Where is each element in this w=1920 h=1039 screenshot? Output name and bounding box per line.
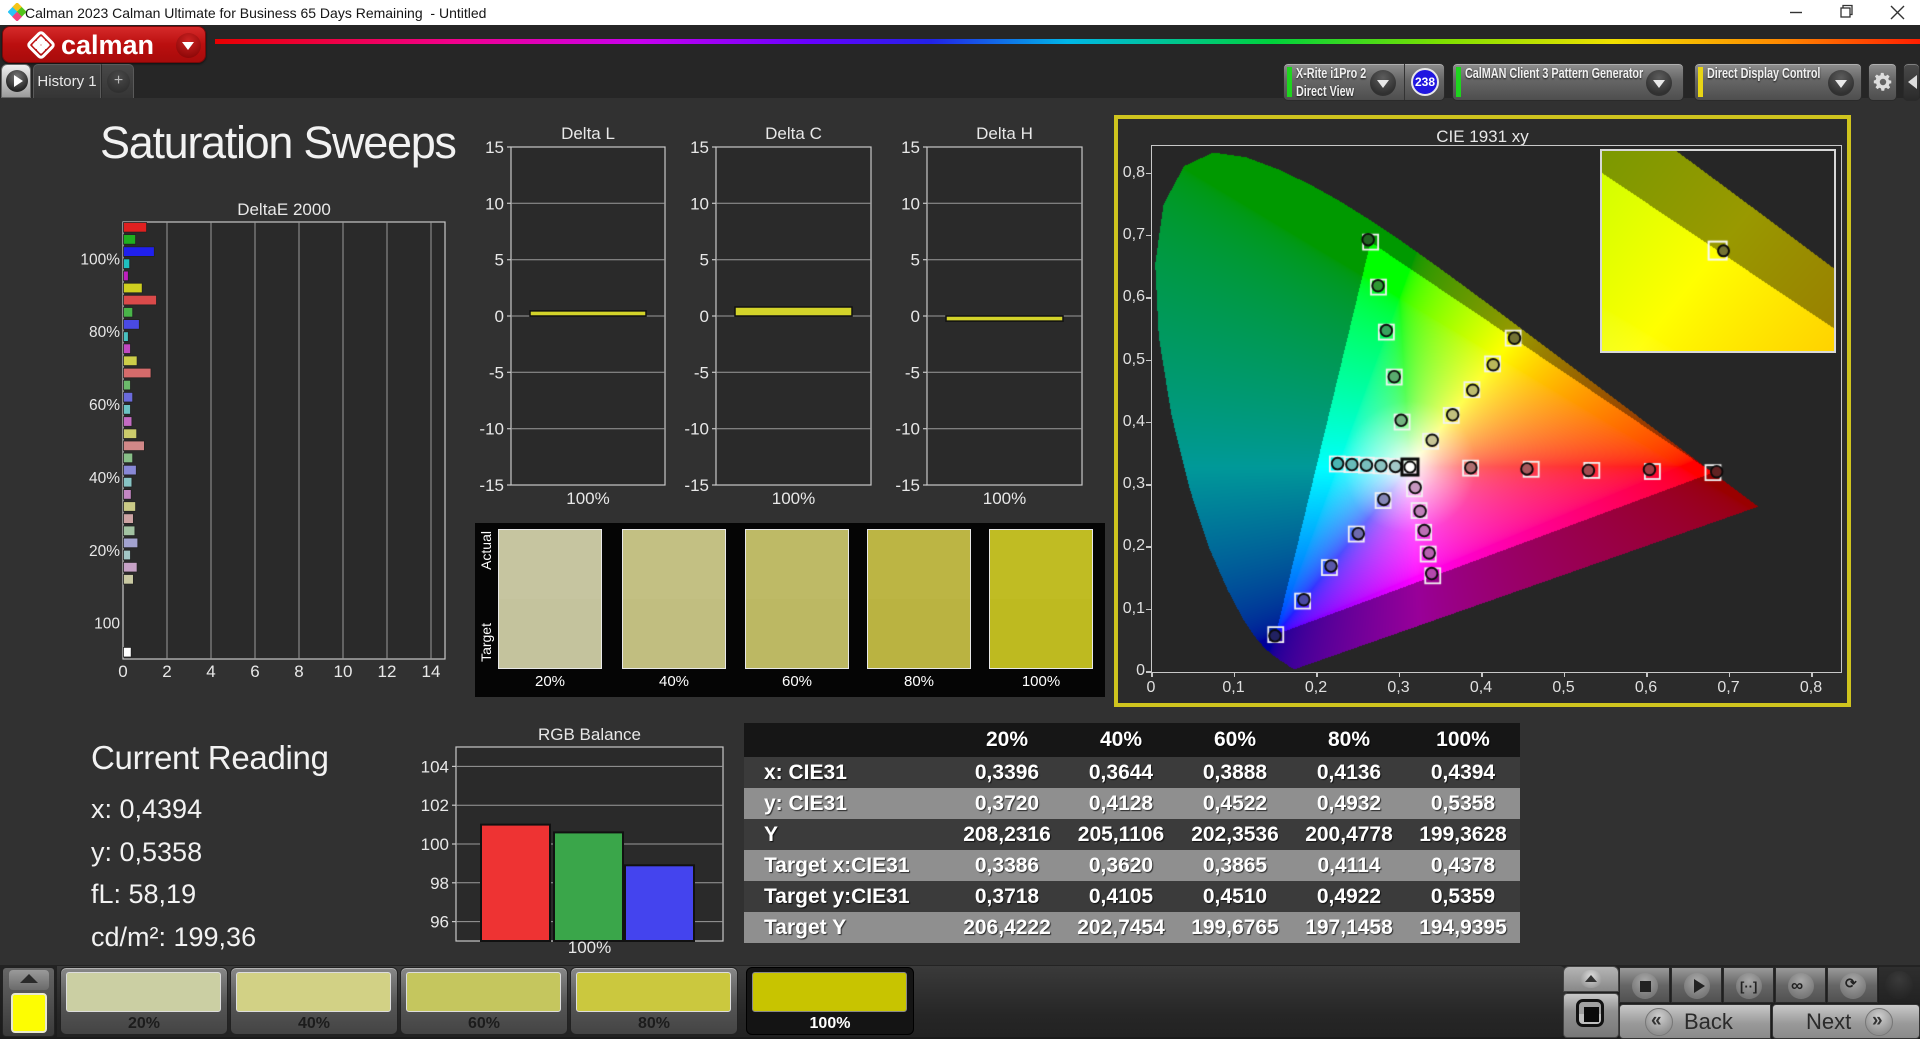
svg-text:96: 96 — [430, 913, 449, 932]
svg-text:-5: -5 — [489, 363, 504, 382]
svg-text:15: 15 — [690, 138, 709, 157]
svg-text:Delta H: Delta H — [976, 124, 1033, 143]
svg-text:0: 0 — [911, 307, 920, 326]
svg-text:100: 100 — [94, 616, 120, 633]
svg-text:15: 15 — [485, 138, 504, 157]
svg-text:-15: -15 — [684, 476, 709, 495]
svg-text:RGB Balance: RGB Balance — [538, 725, 641, 744]
svg-text:0: 0 — [118, 662, 127, 681]
svg-text:0: 0 — [700, 307, 709, 326]
svg-text:4: 4 — [206, 662, 215, 681]
svg-text:20%: 20% — [89, 543, 120, 560]
svg-text:-10: -10 — [684, 420, 709, 439]
svg-text:-10: -10 — [479, 420, 504, 439]
svg-text:80%: 80% — [89, 324, 120, 341]
svg-text:104: 104 — [421, 757, 449, 776]
svg-text:15: 15 — [901, 138, 920, 157]
svg-text:5: 5 — [700, 251, 709, 270]
svg-text:12: 12 — [378, 662, 397, 681]
svg-text:calman: calman — [61, 30, 154, 60]
svg-text:6: 6 — [250, 662, 259, 681]
svg-text:-5: -5 — [694, 363, 709, 382]
svg-text:0: 0 — [495, 307, 504, 326]
svg-text:-10: -10 — [895, 420, 920, 439]
svg-text:100: 100 — [421, 835, 449, 854]
svg-text:-5: -5 — [905, 363, 920, 382]
svg-text:Delta L: Delta L — [561, 124, 615, 143]
svg-text:60%: 60% — [89, 397, 120, 414]
svg-text:14: 14 — [422, 662, 441, 681]
svg-text:-15: -15 — [479, 476, 504, 495]
svg-text:Delta C: Delta C — [765, 124, 822, 143]
svg-text:100%: 100% — [568, 938, 611, 957]
svg-text:Actual: Actual — [478, 531, 494, 570]
svg-text:10: 10 — [334, 662, 353, 681]
svg-text:100%: 100% — [772, 489, 815, 508]
svg-text:5: 5 — [911, 251, 920, 270]
svg-text:8: 8 — [294, 662, 303, 681]
svg-text:10: 10 — [901, 194, 920, 213]
svg-text:10: 10 — [690, 194, 709, 213]
svg-text:102: 102 — [421, 796, 449, 815]
svg-text:40%: 40% — [89, 470, 120, 487]
svg-text:100%: 100% — [566, 489, 609, 508]
svg-text:2: 2 — [162, 662, 171, 681]
svg-text:DeltaE 2000: DeltaE 2000 — [237, 200, 331, 219]
svg-text:5: 5 — [495, 251, 504, 270]
svg-text:Target: Target — [478, 623, 494, 662]
svg-text:10: 10 — [485, 194, 504, 213]
svg-text:-15: -15 — [895, 476, 920, 495]
svg-text:100%: 100% — [983, 489, 1026, 508]
svg-text:98: 98 — [430, 874, 449, 893]
svg-text:100%: 100% — [80, 251, 120, 268]
